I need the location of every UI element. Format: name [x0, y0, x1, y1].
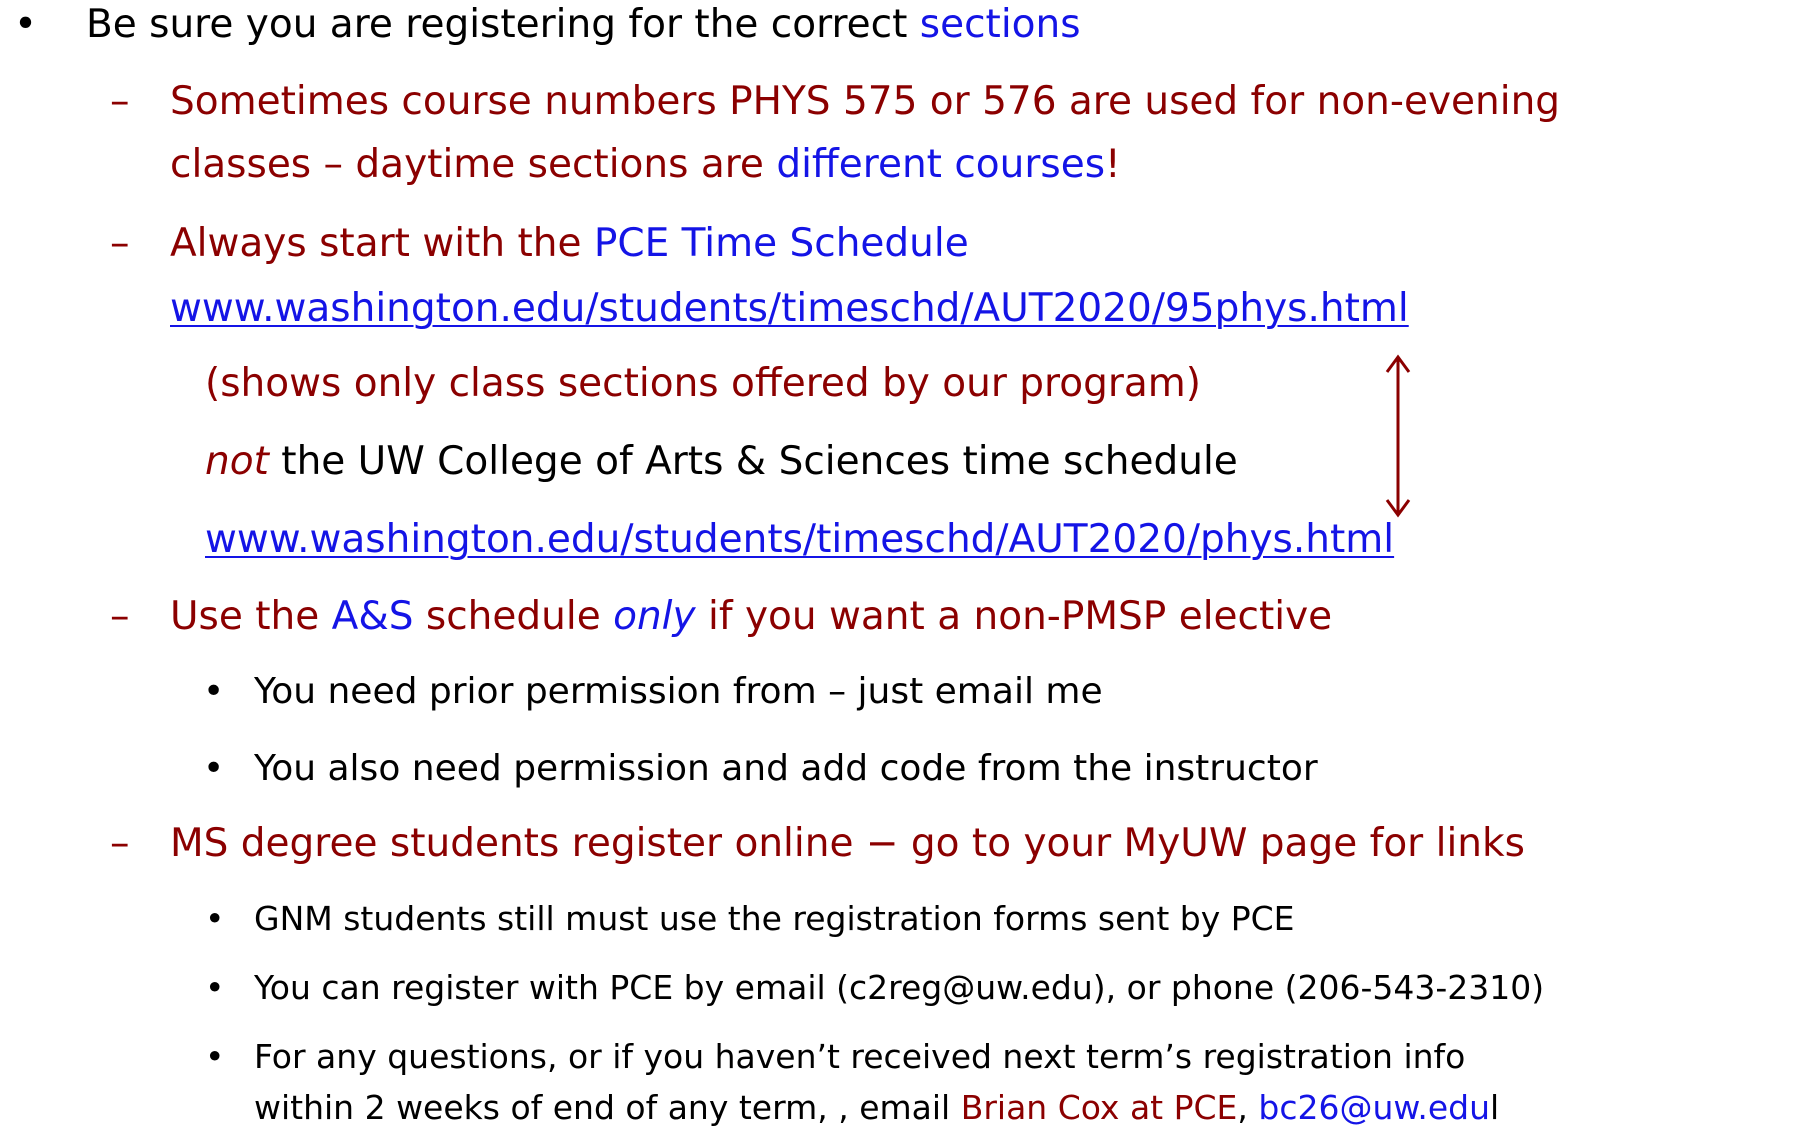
contact-separator: ,: [1237, 1088, 1259, 1127]
item-1d-line: MS degree students register online − go …: [170, 821, 1525, 866]
item-1a-line-1: Sometimes course numbers PHYS 575 or 576…: [170, 79, 1561, 124]
contact-trailing-char: l: [1490, 1088, 1500, 1127]
double-arrow-icon: [1385, 354, 1411, 518]
bullet-marker: •: [205, 899, 225, 938]
item-1c-text-c: schedule: [413, 594, 614, 639]
bullet-marker: •: [203, 748, 225, 789]
as-schedule-url-link[interactable]: www.washington.edu/students/timeschd/AUT…: [205, 517, 1394, 563]
not-emphasis: not: [205, 439, 269, 484]
bullet-marker: •: [203, 671, 225, 712]
sections-link[interactable]: sections: [920, 2, 1081, 47]
item-1d-sub-1: GNM students still must use the registra…: [254, 899, 1295, 938]
dash-marker: –: [110, 594, 130, 639]
bullet-marker: •: [205, 1037, 225, 1076]
bullet-marker: •: [205, 968, 225, 1007]
item-1-line: Be sure you are registering for the corr…: [86, 2, 1081, 48]
pce-schedule-url-link[interactable]: www.washington.edu/students/timeschd/AUT…: [170, 286, 1409, 332]
item-1d-sub-3-line-1: For any questions, or if you haven’t rec…: [254, 1037, 1466, 1076]
contact-name: Brian Cox at PCE: [960, 1088, 1238, 1127]
pce-time-schedule-text: PCE Time Schedule: [593, 221, 969, 266]
item-1a-text: classes – daytime sections are: [170, 142, 777, 187]
item-1d-sub-2: You can register with PCE by email (c2re…: [254, 968, 1545, 1007]
dash-marker: –: [110, 79, 130, 124]
item-1d-sub-3-line-2: within 2 weeks of end of any term, , ema…: [254, 1089, 1499, 1127]
not-uw-schedule-line: not the UW College of Arts & Sciences ti…: [205, 439, 1238, 485]
dash-marker: –: [110, 821, 130, 866]
item-1-text: Be sure you are registering for the corr…: [86, 2, 920, 47]
as-text: A&S: [331, 594, 414, 639]
item-1c-sub-1: You need prior permission from – just em…: [254, 671, 1103, 712]
item-1b-line-1: Always start with the PCE Time Schedule: [170, 221, 969, 267]
item-1c-line: Use the A&S schedule only if you want a …: [170, 594, 1333, 640]
contact-email-link[interactable]: bc26@uw.edu: [1258, 1088, 1490, 1127]
uw-schedule-text: the UW College of Arts & Sciences time s…: [268, 439, 1238, 484]
program-sections-note: (shows only class sections offered by ou…: [205, 361, 1201, 406]
bullet-marker: •: [14, 2, 38, 47]
item-1c-text-e: if you want a non-PMSP elective: [695, 594, 1333, 639]
item-1c-sub-2: You also need permission and add code fr…: [254, 748, 1318, 789]
contact-intro-text: within 2 weeks of end of any term, , ema…: [254, 1088, 961, 1127]
item-1a-end: !: [1105, 142, 1121, 187]
item-1a-line-2: classes – daytime sections are different…: [170, 142, 1121, 188]
slide: • Be sure you are registering for the co…: [0, 0, 1793, 1131]
item-1b-text: Always start with the: [170, 221, 594, 266]
different-courses-text: different courses: [776, 142, 1106, 187]
only-emphasis: only: [613, 594, 696, 639]
dash-marker: –: [110, 221, 130, 266]
item-1c-text-a: Use the: [170, 594, 332, 639]
